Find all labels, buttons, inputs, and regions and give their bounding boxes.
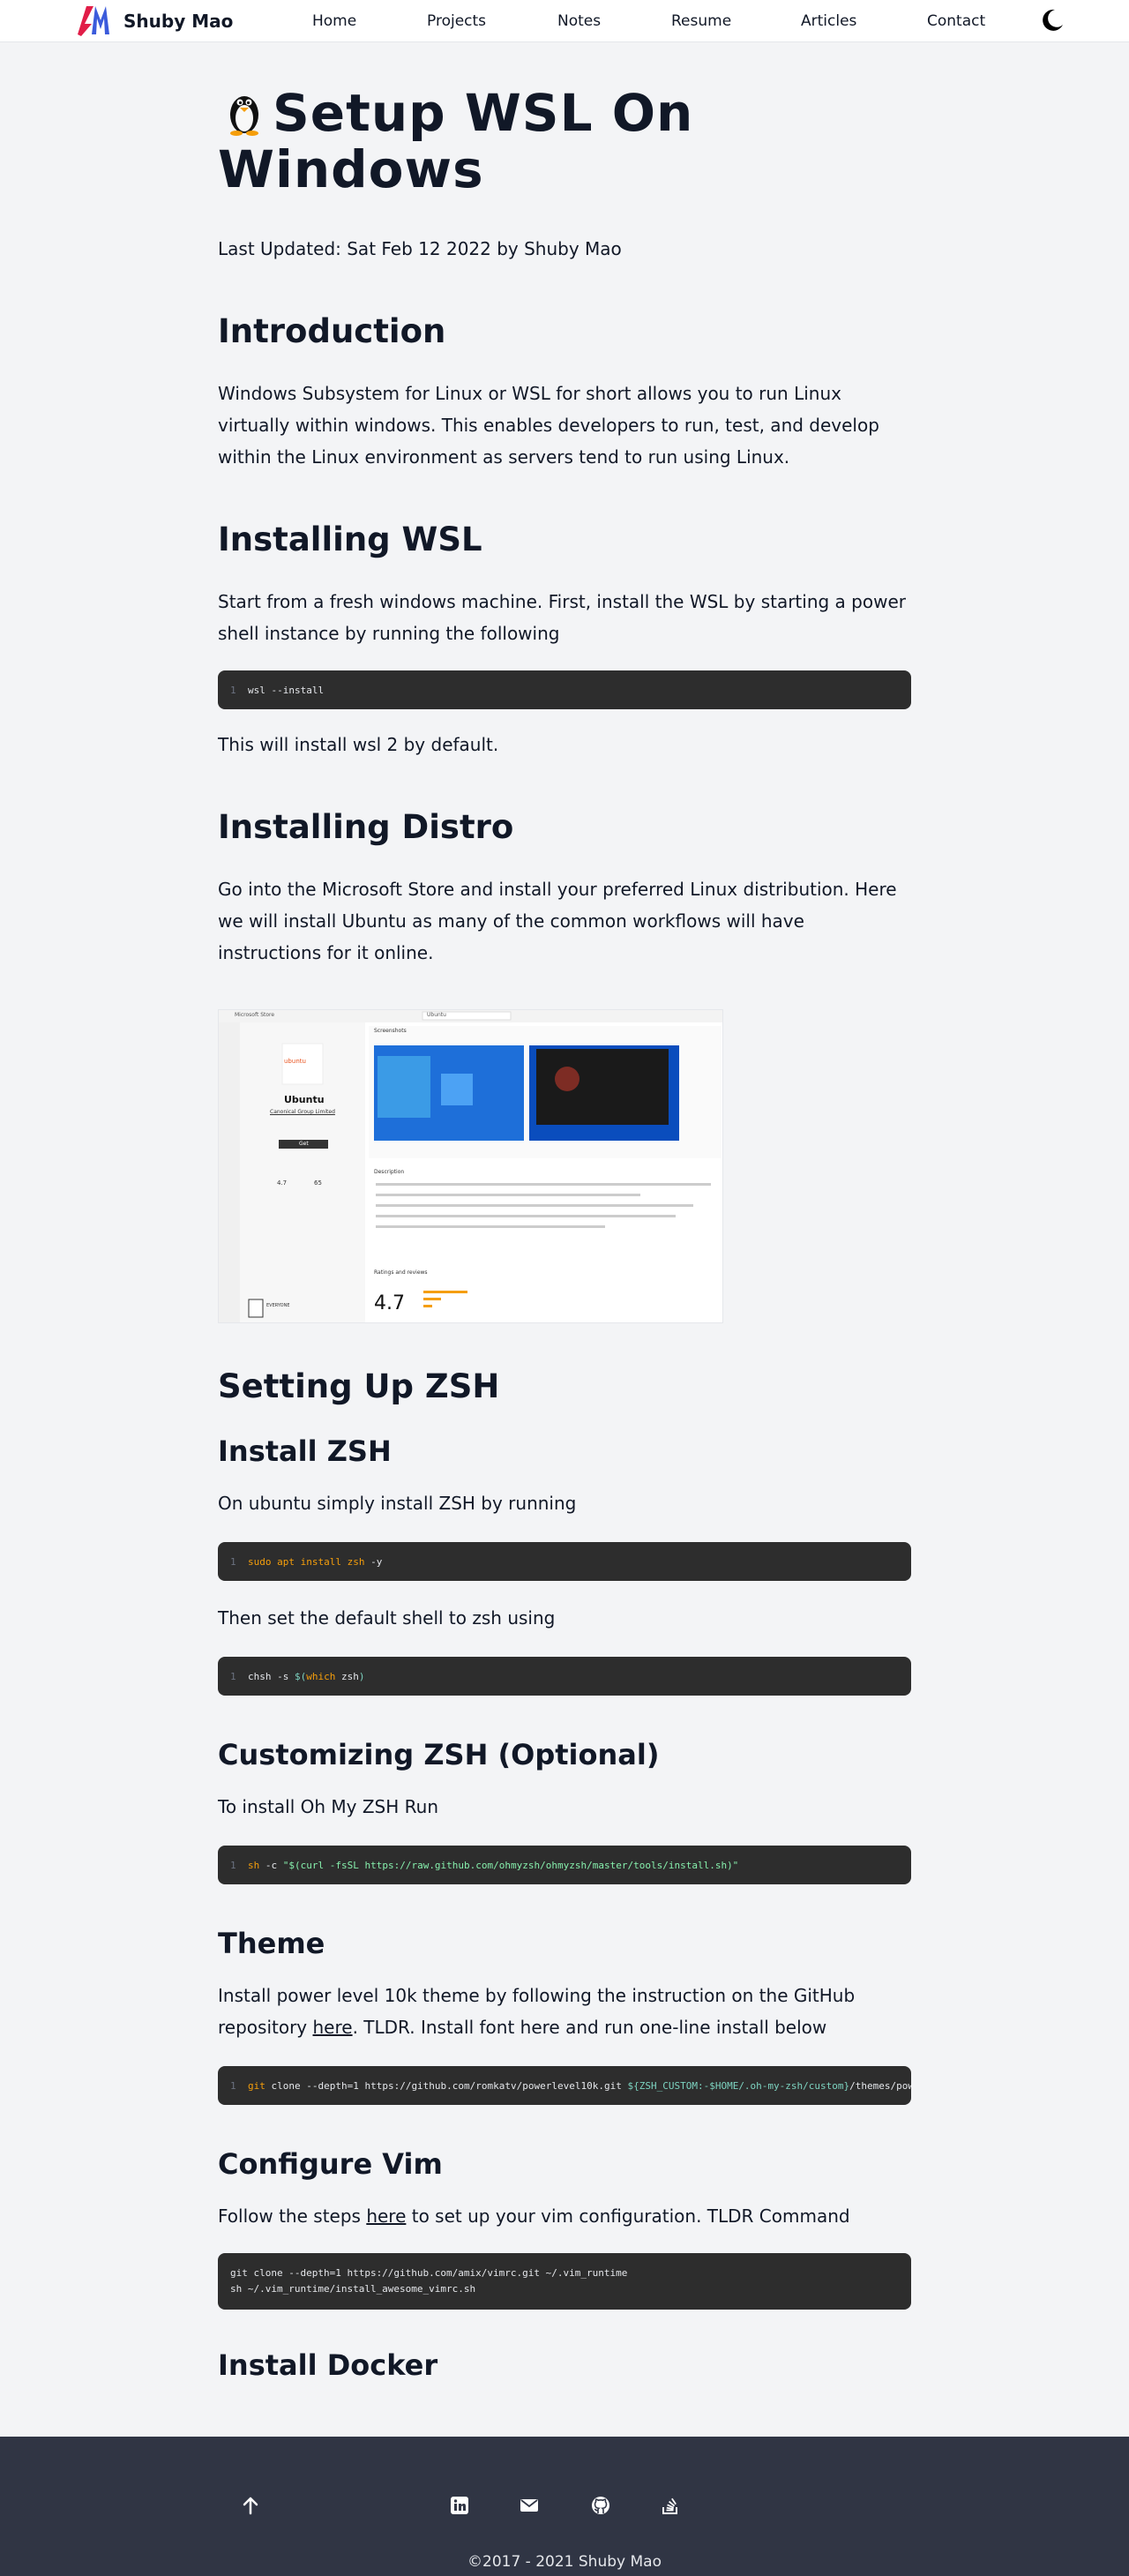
store-description-label: Description (374, 1169, 405, 1175)
page-title-text: Setup WSL On Windows (218, 83, 694, 199)
code-block-chsh[interactable]: 1 chsh -s $(which zsh) (218, 1657, 911, 1696)
customize-paragraph: To install Oh My ZSH Run (218, 1796, 438, 1817)
store-rating: 4.7 (277, 1179, 288, 1187)
nav-link-home[interactable]: Home (312, 12, 356, 30)
code-line-1: git clone --depth=1 https://github.com/a… (230, 2267, 628, 2279)
vim-text: Follow the steps (218, 2205, 367, 2227)
nav-link-articles[interactable]: Articles (801, 12, 856, 30)
nav-link-notes[interactable]: Notes (557, 12, 601, 30)
store-app-name: Ubuntu (284, 1094, 325, 1105)
heading-setting-up-zsh: Setting Up ZSH (218, 1367, 500, 1405)
top-navbar: Shuby Mao Home Projects Notes Resume Art… (0, 0, 1129, 42)
brand-name[interactable]: Shuby Mao (123, 11, 233, 32)
code-block-install-zsh[interactable]: 1 sudo apt install zsh -y (218, 1542, 911, 1581)
code-variable: ${ZSH_CUSTOM:-$HOME/.oh-my-zsh/custom} (627, 2080, 850, 2092)
intro-paragraph: Windows Subsystem for Linux or WSL for s… (218, 383, 879, 468)
store-get-button: Get (299, 1141, 309, 1147)
default-shell-paragraph: Then set the default shell to zsh using (218, 1607, 556, 1629)
code-text: wsl --install (248, 685, 325, 696)
linkedin-icon[interactable] (449, 2495, 470, 2516)
heading-installing-distro: Installing Distro (218, 808, 514, 846)
code-text: -c (259, 1860, 283, 1871)
code-text: /themes/powerlevel10k (849, 2080, 911, 2092)
code-keyword: git (248, 2080, 265, 2092)
heading-configure-vim: Configure Vim (218, 2147, 443, 2181)
line-number: 1 (230, 2080, 236, 2092)
page-title: Setup WSL On Windows (218, 85, 911, 198)
theme-text: . TLDR. Install font here and run one-li… (352, 2017, 827, 2038)
line-number: 1 (230, 1556, 236, 1568)
install-wsl-paragraph: Start from a fresh windows machine. Firs… (218, 591, 906, 644)
arrow-up-icon[interactable] (240, 2495, 261, 2516)
code-text: -y (364, 1556, 383, 1568)
store-ratings-label: Ratings and reviews (374, 1269, 428, 1276)
dark-mode-toggle-icon[interactable] (1039, 7, 1065, 34)
heading-installing-wsl: Installing WSL (218, 520, 482, 558)
install-wsl-note: This will install wsl 2 by default. (218, 734, 499, 755)
code-string: "$(curl -fsSL https://raw.github.com/ohm… (282, 1860, 739, 1871)
penguin-icon (230, 96, 258, 136)
powerlevel10k-link[interactable]: here (313, 2017, 353, 2038)
line-number: 1 (230, 685, 236, 696)
store-screenshots-label: Screenshots (374, 1028, 407, 1034)
vim-paragraph: Follow the steps here to set up your vim… (218, 2200, 911, 2232)
code-keyword: sudo apt install zsh (248, 1556, 365, 1568)
code-keyword: which (306, 1671, 336, 1682)
heading-introduction: Introduction (218, 312, 446, 350)
code-keyword: sh (248, 1860, 260, 1871)
email-icon[interactable] (519, 2495, 540, 2516)
vim-text: to set up your vim configuration. TLDR C… (406, 2205, 850, 2227)
store-big-rating: 4.7 (374, 1292, 405, 1314)
nav-link-projects[interactable]: Projects (427, 12, 486, 30)
code-text: clone --depth=1 https://github.com/romka… (265, 2080, 628, 2092)
heading-install-zsh: Install ZSH (218, 1434, 392, 1468)
last-updated: Last Updated: Sat Feb 12 2022 by Shuby M… (218, 238, 622, 259)
code-block-oh-my-zsh[interactable]: 1 sh -c "$(curl -fsSL https://raw.github.… (218, 1846, 911, 1884)
code-text: zsh (335, 1671, 359, 1682)
copyright: ©2017 - 2021 Shuby Mao (467, 2553, 662, 2571)
article: Setup WSL On Windows Last Updated: Sat F… (218, 85, 911, 2382)
store-rating-count: 65 (314, 1179, 322, 1187)
github-icon[interactable] (590, 2495, 611, 2516)
code-text: chsh -s (248, 1671, 295, 1682)
nav-link-contact[interactable]: Contact (927, 12, 985, 30)
code-block-vimrc[interactable]: git clone --depth=1 https://github.com/a… (218, 2253, 911, 2310)
install-zsh-paragraph: On ubuntu simply install ZSH by running (218, 1493, 577, 1514)
ubuntu-logo-text: ubuntu (284, 1058, 306, 1065)
code-line-2: sh ~/.vim_runtime/install_awesome_vimrc.… (230, 2283, 476, 2295)
code-block-powerlevel10k[interactable]: 1 git clone --depth=1 https://github.com/… (218, 2066, 911, 2105)
line-number: 1 (230, 1671, 236, 1682)
code-subshell: $( (294, 1671, 307, 1682)
heading-install-docker: Install Docker (218, 2348, 438, 2382)
theme-paragraph: Install power level 10k theme by followi… (218, 1980, 911, 2043)
stackoverflow-icon[interactable] (660, 2495, 681, 2516)
store-esrb: EVERYONE (266, 1303, 290, 1308)
footer: ©2017 - 2021 Shuby Mao (0, 2437, 1129, 2576)
heading-theme: Theme (218, 1927, 325, 1960)
line-number: 1 (230, 1860, 236, 1871)
code-block-wsl-install[interactable]: 1 wsl --install (218, 670, 911, 709)
logo-icon[interactable] (74, 3, 115, 38)
store-publisher: Canonical Group Limited (270, 1109, 335, 1115)
heading-customizing-zsh: Customizing ZSH (Optional) (218, 1738, 660, 1771)
code-subshell: ) (358, 1671, 365, 1682)
microsoft-store-screenshot: Microsoft Store Ubuntu ubuntu Ubuntu Can… (218, 1009, 723, 1323)
store-title: Microsoft Store (235, 1012, 275, 1018)
nav-link-resume[interactable]: Resume (671, 12, 731, 30)
distro-paragraph: Go into the Microsoft Store and install … (218, 879, 897, 963)
store-search: Ubuntu (427, 1012, 446, 1018)
vimrc-link[interactable]: here (366, 2205, 406, 2227)
